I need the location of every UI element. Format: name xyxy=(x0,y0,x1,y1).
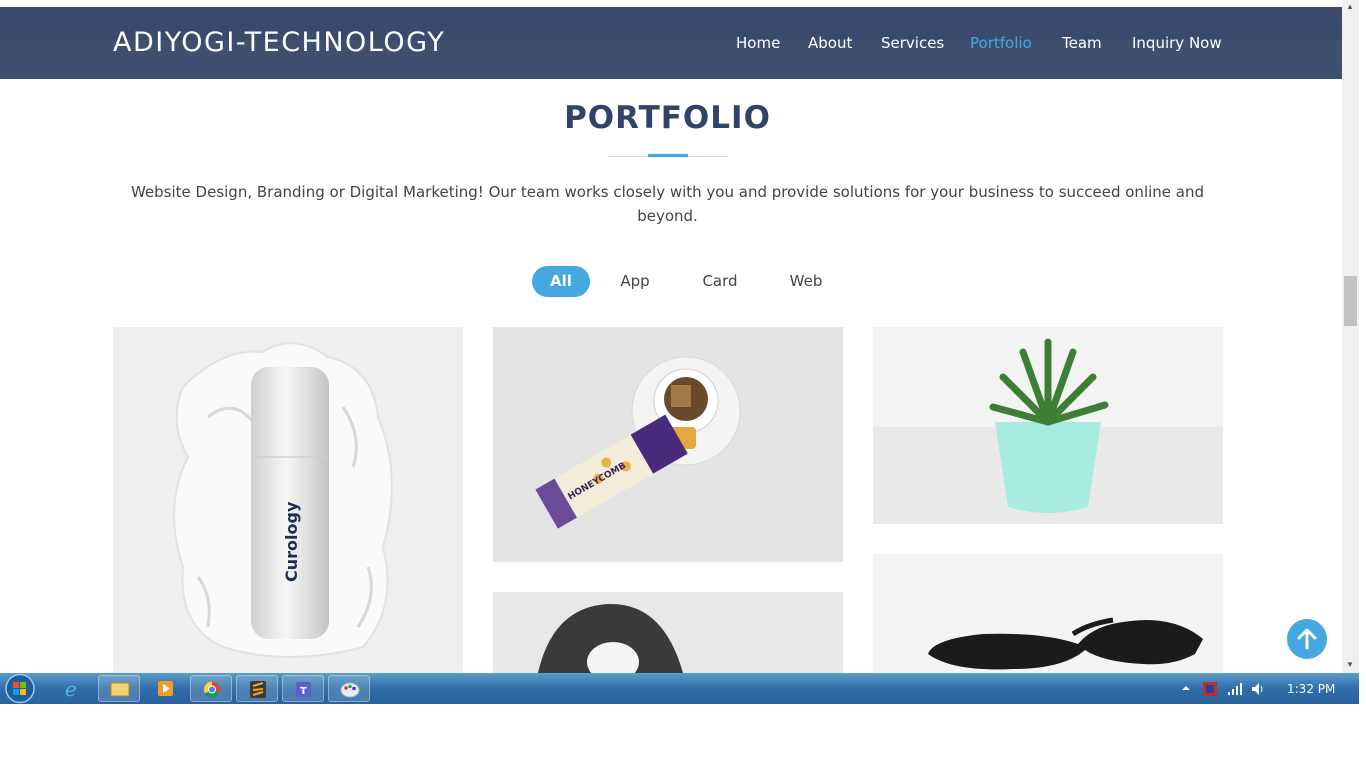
scroll-thumb[interactable] xyxy=(1344,276,1357,326)
windows-taskbar: e T 1:32 PM xyxy=(0,673,1359,704)
sunglasses-image xyxy=(873,554,1223,673)
file-explorer-icon xyxy=(110,682,130,697)
browser-viewport: ADIYOGI-TECHNOLOGY Home About Services P… xyxy=(0,0,1342,673)
media-player-icon xyxy=(158,681,173,696)
portfolio-item-sunglasses[interactable] xyxy=(873,554,1223,673)
taskbar-media-player[interactable] xyxy=(144,675,186,702)
back-to-top-button[interactable] xyxy=(1287,619,1327,659)
page-scrollbar[interactable]: ▲ ▼ xyxy=(1342,0,1359,673)
scroll-up-arrow-icon[interactable]: ▲ xyxy=(1346,2,1354,11)
paint-icon xyxy=(340,682,360,698)
network-signal-icon[interactable] xyxy=(1226,681,1242,697)
taskbar-chrome[interactable] xyxy=(190,675,232,702)
top-edge xyxy=(0,0,1342,7)
filter-card[interactable]: Card xyxy=(692,266,748,297)
title-accent-bar xyxy=(648,154,688,157)
portfolio-item-plant[interactable] xyxy=(873,327,1223,524)
filter-web[interactable]: Web xyxy=(780,266,832,297)
nav-team[interactable]: Team xyxy=(1062,34,1102,52)
nav-about[interactable]: About xyxy=(808,34,852,52)
taskbar-paint[interactable] xyxy=(328,675,370,702)
filter-all[interactable]: All xyxy=(532,266,590,297)
portfolio-item-curology[interactable]: Curology xyxy=(113,327,463,673)
svg-text:T: T xyxy=(300,686,307,697)
chrome-icon xyxy=(203,681,220,698)
nav-portfolio[interactable]: Portfolio xyxy=(970,34,1032,52)
succulent-plant-image xyxy=(873,327,1223,524)
scroll-down-arrow-icon[interactable]: ▼ xyxy=(1346,660,1354,669)
taskbar-teams[interactable]: T xyxy=(282,675,324,702)
section-description: Website Design, Branding or Digital Mark… xyxy=(130,183,1204,225)
sublime-text-icon xyxy=(250,681,266,698)
portfolio-item-lamp[interactable] xyxy=(493,592,843,673)
honeycomb-tea-image: HONEYCOMB xyxy=(493,327,843,562)
skincare-bottle-image: Curology xyxy=(113,327,463,673)
portfolio-item-honeycomb[interactable]: HONEYCOMB xyxy=(493,327,843,562)
show-hidden-icons-icon[interactable] xyxy=(1180,683,1192,693)
internet-explorer-icon: e xyxy=(65,677,77,701)
taskbar-internet-explorer[interactable]: e xyxy=(52,675,94,702)
nav-services[interactable]: Services xyxy=(881,34,944,52)
section-title: PORTFOLIO xyxy=(564,100,771,136)
svg-text:e: e xyxy=(65,677,77,701)
lamp-image xyxy=(493,592,843,673)
flag-icon[interactable] xyxy=(1202,681,1218,697)
taskbar-sublime-text[interactable] xyxy=(236,675,278,702)
filter-app[interactable]: App xyxy=(610,266,660,297)
main-nav: Home About Services Portfolio Team Inqui… xyxy=(0,34,1342,54)
start-button[interactable] xyxy=(2,673,38,704)
start-orb-icon xyxy=(5,673,35,704)
nav-inquiry-now[interactable]: Inquiry Now xyxy=(1132,34,1222,52)
site-header: ADIYOGI-TECHNOLOGY Home About Services P… xyxy=(0,7,1342,79)
taskbar-file-explorer[interactable] xyxy=(98,675,140,702)
nav-home[interactable]: Home xyxy=(736,34,780,52)
bottle-label: Curology xyxy=(282,501,301,582)
portfolio-filters: All App Card Web xyxy=(0,266,1342,298)
volume-icon[interactable] xyxy=(1250,681,1266,697)
teams-icon: T xyxy=(296,682,311,697)
taskbar-clock[interactable]: 1:32 PM xyxy=(1287,682,1335,696)
arrow-up-icon xyxy=(1297,628,1317,650)
